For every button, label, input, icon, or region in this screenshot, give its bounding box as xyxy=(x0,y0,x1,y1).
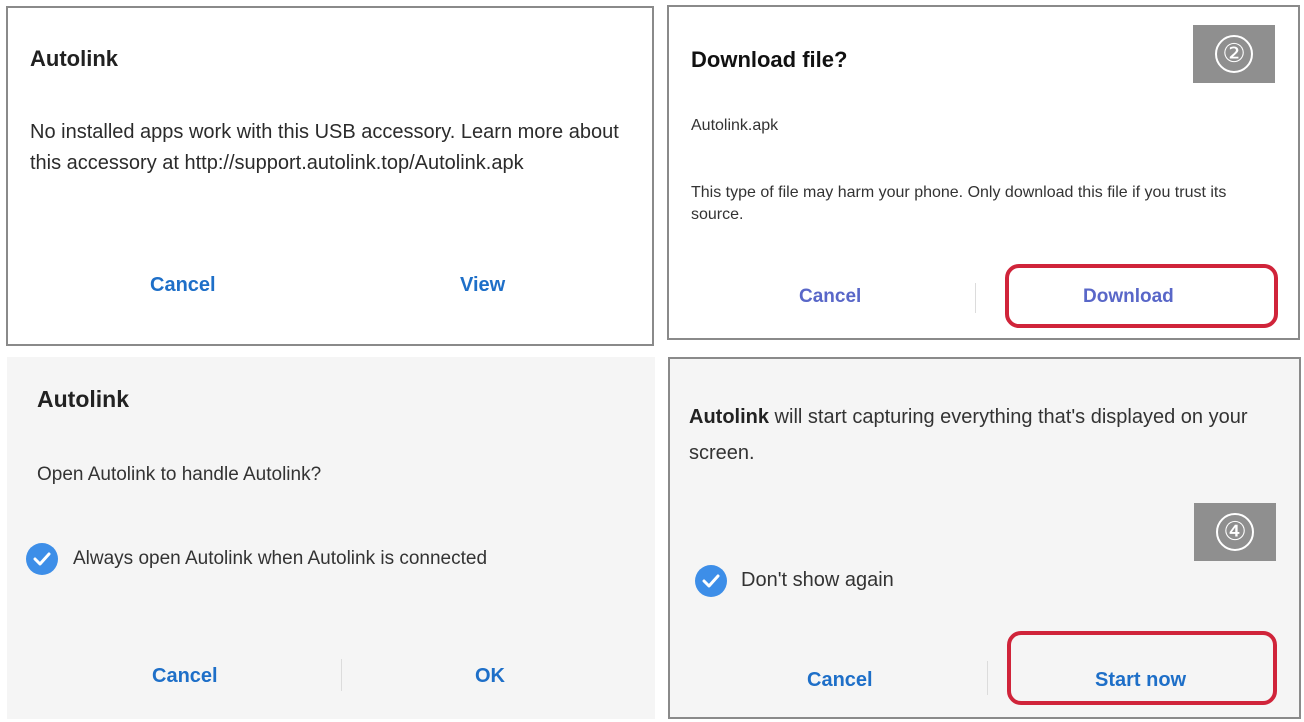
start-now-button[interactable]: Start now xyxy=(1095,669,1186,692)
step-number: ④ xyxy=(1216,513,1254,551)
cancel-button[interactable]: Cancel xyxy=(799,286,861,308)
file-name: Autolink.apk xyxy=(691,117,779,134)
dialog-question: Open Autolink to handle Autolink? xyxy=(37,464,322,485)
step-badge: ④ xyxy=(1194,503,1276,561)
ok-button[interactable]: OK xyxy=(475,665,505,688)
open-autolink-dialog: Autolink Open Autolink to handle Autolin… xyxy=(7,357,655,719)
step-badge: ② xyxy=(1193,25,1275,83)
dialog-title: Autolink xyxy=(30,46,118,71)
step-number: ② xyxy=(1215,35,1253,73)
checkbox-checked-icon[interactable] xyxy=(695,565,727,597)
cancel-button[interactable]: Cancel xyxy=(150,274,216,297)
screen-capture-dialog: Autolink will start capturing everything… xyxy=(668,357,1301,719)
checkbox-label[interactable]: Always open Autolink when Autolink is co… xyxy=(73,548,487,570)
message-text: will start capturing everything that's d… xyxy=(689,406,1248,464)
highlight-box xyxy=(1007,631,1277,705)
dialog-title: Download file? xyxy=(691,47,848,72)
usb-accessory-dialog: Autolink No installed apps work with thi… xyxy=(6,6,654,346)
download-button[interactable]: Download xyxy=(1083,286,1174,308)
warning-message: This type of file may harm your phone. O… xyxy=(691,184,1227,223)
checkbox-label[interactable]: Don't show again xyxy=(741,562,894,598)
view-button[interactable]: View xyxy=(460,274,505,297)
button-divider xyxy=(987,661,988,695)
dialog-title: Autolink xyxy=(37,386,129,412)
dialog-message: No installed apps work with this USB acc… xyxy=(30,121,619,174)
button-divider xyxy=(341,659,342,691)
cancel-button[interactable]: Cancel xyxy=(807,669,873,692)
button-divider xyxy=(975,283,976,313)
checkbox-checked-icon[interactable] xyxy=(26,543,58,575)
download-file-dialog: Download file? ② Autolink.apk This type … xyxy=(667,5,1300,340)
dialog-message: Autolink will start capturing everything… xyxy=(689,399,1289,471)
cancel-button[interactable]: Cancel xyxy=(152,665,218,688)
app-name: Autolink xyxy=(689,406,769,428)
